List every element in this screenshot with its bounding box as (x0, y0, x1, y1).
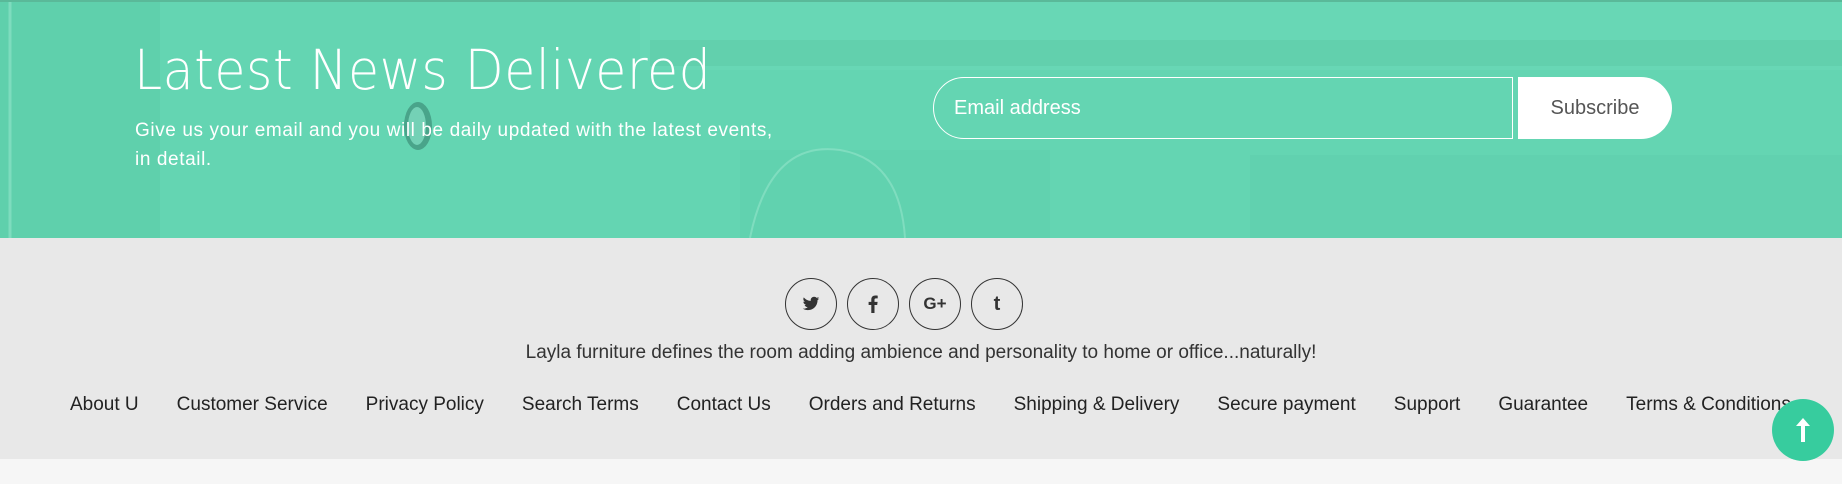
footer-link-search-terms[interactable]: Search Terms (522, 394, 639, 416)
newsletter-subtitle: Give us your email and you will be daily… (135, 120, 773, 170)
footer-link-guarantee[interactable]: Guarantee (1498, 394, 1588, 416)
footer-link-contact-us[interactable]: Contact Us (677, 394, 771, 416)
footer-link-shipping-delivery[interactable]: Shipping & Delivery (1014, 394, 1180, 416)
footer-link-privacy-policy[interactable]: Privacy Policy (366, 394, 484, 416)
email-input[interactable] (933, 77, 1513, 139)
footer-link-terms-conditions[interactable]: Terms & Conditions (1626, 394, 1791, 416)
footer-links: About U Customer Service Privacy Policy … (70, 394, 1829, 416)
facebook-icon[interactable] (847, 278, 899, 330)
scroll-to-top-button[interactable] (1772, 399, 1834, 461)
arrow-up-icon (1796, 418, 1810, 442)
footer-link-orders-returns[interactable]: Orders and Returns (809, 394, 976, 416)
footer: G+ t Layla furniture defines the room ad… (0, 238, 1842, 459)
twitter-icon[interactable] (785, 278, 837, 330)
newsletter-title: Latest News Delivered (134, 38, 712, 102)
footer-link-secure-payment[interactable]: Secure payment (1217, 394, 1355, 416)
footer-link-customer-service[interactable]: Customer Service (177, 394, 328, 416)
footer-link-about[interactable]: About U (70, 394, 139, 416)
tumblr-icon[interactable]: t (971, 278, 1023, 330)
google-plus-icon[interactable]: G+ (909, 278, 961, 330)
subscribe-button[interactable]: Subscribe (1518, 77, 1672, 139)
newsletter-section: Latest News Delivered Give us your email… (0, 0, 1842, 238)
social-links: G+ t (785, 278, 1023, 330)
footer-link-support[interactable]: Support (1394, 394, 1461, 416)
footer-tagline: Layla furniture defines the room adding … (525, 342, 1317, 363)
